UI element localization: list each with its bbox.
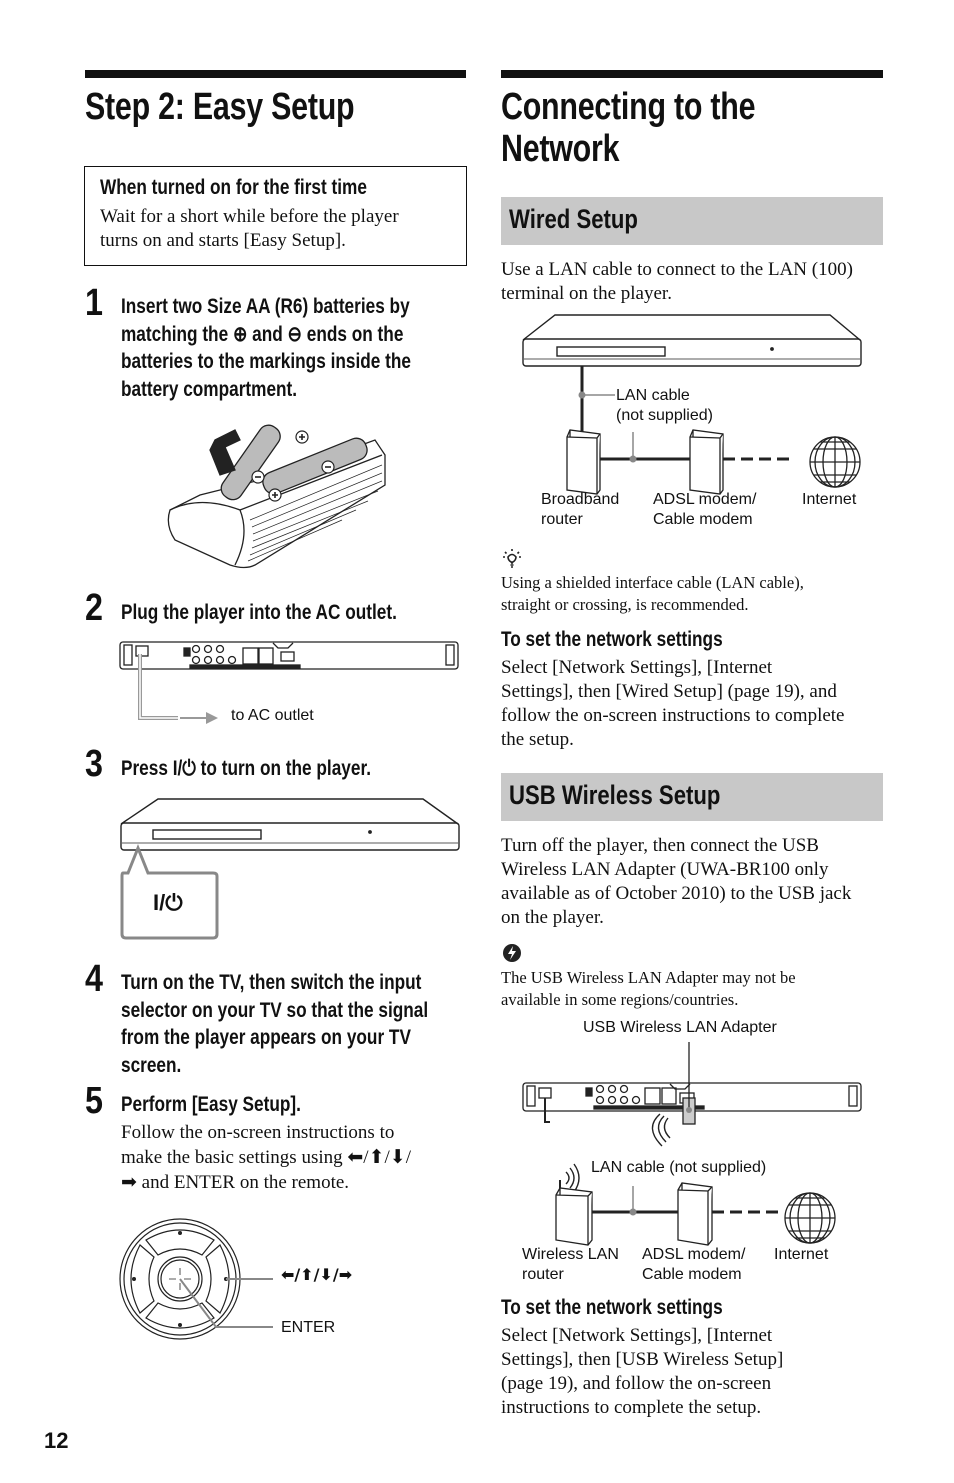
step-number-1: 1: [85, 282, 103, 324]
usb-note-text: The USB Wireless LAN Adapter may not be …: [501, 968, 796, 1009]
page-title-easy-setup: Step 2: Easy Setup: [85, 86, 355, 128]
first-time-box-text: Wait for a short while before the player…: [100, 206, 399, 251]
usb-modem-label: ADSL modem/ Cable modem: [642, 1246, 746, 1283]
ac-outlet-label: to AC outlet: [231, 707, 314, 724]
usb-wireless-network-diagram: [522, 1042, 862, 1246]
wired-settings-body: Select [Network Settings], [Internet Set…: [501, 657, 845, 750]
power-button-callout-label: I/⏻: [153, 890, 183, 915]
usb-lan-cable-label: LAN cable (not supplied): [591, 1159, 767, 1176]
step-number-4: 4: [85, 958, 103, 1000]
wired-settings-title: To set the network settings: [501, 628, 723, 651]
wired-setup-heading-band: Wired Setup: [501, 197, 883, 245]
first-time-box: When turned on for the first time Wait f…: [84, 166, 467, 266]
broadband-router-label: Broadband router: [541, 491, 620, 528]
page-number: 12: [44, 1428, 69, 1453]
step-number-5: 5: [85, 1080, 103, 1122]
remote-arrows-label: ⬅/⬆/⬇/➡: [281, 1265, 353, 1284]
player-front-illustration: [120, 798, 460, 940]
section-rule-left: [85, 70, 466, 78]
usb-wireless-heading: USB Wireless Setup: [509, 780, 721, 810]
wired-internet-label: Internet: [802, 491, 857, 508]
wired-setup-intro: Use a LAN cable to connect to the LAN (1…: [501, 259, 853, 304]
step-number-2: 2: [85, 587, 103, 629]
usb-wireless-heading-band: USB Wireless Setup: [501, 773, 883, 821]
step-text-5: Perform [Easy Setup].: [121, 1093, 301, 1116]
step-text-1: Insert two Size AA (R6) batteries by mat…: [121, 295, 411, 401]
step-5-body: Follow the on-screen instructions to mak…: [121, 1122, 411, 1193]
first-time-box-title: When turned on for the first time: [100, 176, 367, 199]
wired-setup-heading: Wired Setup: [509, 204, 638, 234]
caution-note-icon: [503, 944, 521, 962]
wired-hint-text: Using a shielded interface cable (LAN ca…: [501, 573, 804, 614]
remote-battery-illustration: [167, 424, 386, 569]
step-text-2: Plug the player into the AC outlet.: [121, 601, 397, 624]
remote-enter-label: ENTER: [281, 1319, 336, 1336]
usb-settings-body: Select [Network Settings], [Internet Set…: [501, 1325, 784, 1418]
page-title-network: Connecting to the Network: [501, 86, 756, 170]
step-text-3: Press I/⏻ to turn on the player.: [121, 757, 371, 780]
usb-internet-label: Internet: [774, 1246, 829, 1263]
usb-adapter-label: USB Wireless LAN Adapter: [583, 1019, 777, 1036]
usb-wireless-intro: Turn off the player, then connect the US…: [501, 835, 852, 928]
wired-lan-cable-label: LAN cable (not supplied): [616, 387, 713, 424]
usb-settings-title: To set the network settings: [501, 1296, 723, 1319]
wired-modem-label: ADSL modem/ Cable modem: [653, 491, 757, 528]
lightbulb-hint-icon: [503, 549, 521, 568]
section-rule-right: [501, 70, 883, 78]
step-text-4: Turn on the TV, then switch the input se…: [121, 971, 429, 1077]
wireless-router-label: Wireless LAN router: [522, 1246, 619, 1283]
step-number-3: 3: [85, 743, 103, 785]
